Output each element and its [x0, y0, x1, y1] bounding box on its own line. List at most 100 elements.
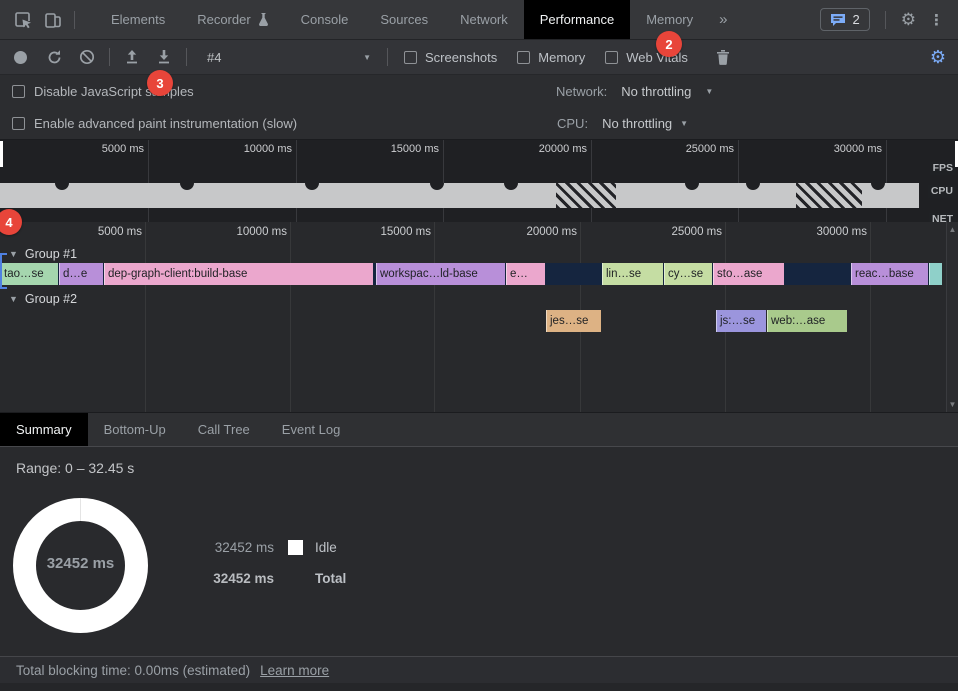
- options-row-2: Enable advanced paint instrumentation (s…: [0, 108, 958, 140]
- tab-label: Performance: [540, 12, 614, 27]
- flame-bar[interactable]: web:…ase: [767, 310, 847, 332]
- timeline-gridline: [870, 222, 871, 412]
- flame-chart[interactable]: ▲ ▼ 5000 ms10000 ms15000 ms20000 ms25000…: [0, 222, 958, 413]
- group-header-group-2[interactable]: ▼ Group #2: [9, 292, 77, 306]
- chevron-down-icon[interactable]: ▼: [680, 119, 688, 128]
- overview-hatched-region: [796, 183, 862, 208]
- chevron-down-icon[interactable]: ▼: [705, 87, 713, 96]
- timeline-tick-label: 30000 ms: [793, 226, 867, 238]
- save-profile-icon[interactable]: [156, 49, 172, 65]
- settings-gear-icon[interactable]: ⚙: [901, 11, 916, 28]
- record-button[interactable]: [14, 51, 27, 64]
- capture-settings-gear-icon[interactable]: ⚙: [930, 48, 946, 66]
- clear-icon[interactable]: [79, 49, 95, 65]
- load-profile-icon[interactable]: [124, 49, 140, 65]
- advanced-paint-checkbox[interactable]: [12, 117, 25, 130]
- history-select[interactable]: #4 ▼: [197, 50, 381, 65]
- disable-js-samples-checkbox[interactable]: [12, 85, 25, 98]
- flame-bar[interactable]: lin…se: [602, 263, 663, 285]
- tab-label: Elements: [111, 12, 165, 27]
- flame-bar[interactable]: [929, 263, 942, 285]
- group-label: Group #2: [25, 292, 77, 306]
- overview-left-handle[interactable]: [0, 141, 3, 167]
- legend-value: 32452 ms: [208, 571, 274, 586]
- learn-more-link[interactable]: Learn more: [260, 663, 329, 678]
- tab-sources[interactable]: Sources: [364, 0, 444, 39]
- tab-label: Memory: [646, 12, 693, 27]
- details-tab-bar: SummaryBottom-UpCall TreeEvent Log: [0, 413, 958, 447]
- cpu-throttling-value[interactable]: No throttling: [602, 116, 672, 131]
- network-label: Network:: [556, 84, 607, 99]
- tab-call-tree[interactable]: Call Tree: [182, 413, 266, 446]
- overview-tick-label: 10000 ms: [221, 143, 292, 155]
- flame-bar[interactable]: d…e: [59, 263, 103, 285]
- flame-bar[interactable]: js:…se: [716, 310, 766, 332]
- tab-recorder[interactable]: Recorder: [181, 0, 284, 39]
- tab-event-log[interactable]: Event Log: [266, 413, 357, 446]
- flask-icon: [258, 13, 269, 26]
- timeline-overview[interactable]: 5000 ms10000 ms15000 ms20000 ms25000 ms3…: [0, 140, 958, 222]
- memory-checkbox[interactable]: [517, 51, 530, 64]
- scroll-up-icon[interactable]: ▲: [949, 225, 957, 234]
- more-tabs-button[interactable]: »: [709, 11, 737, 28]
- advanced-paint-label: Enable advanced paint instrumentation (s…: [34, 116, 297, 131]
- issues-button[interactable]: 2: [820, 8, 870, 31]
- tab-bottom-up[interactable]: Bottom-Up: [88, 413, 182, 446]
- overview-gridline: [296, 140, 297, 222]
- screenshots-checkbox[interactable]: [404, 51, 417, 64]
- overview-tick-label: 20000 ms: [516, 143, 587, 155]
- memory-checkbox-group: Memory: [517, 50, 585, 65]
- legend-row: 32452 msIdle: [208, 536, 346, 558]
- group-header-group-1[interactable]: ▼Group #1: [9, 247, 77, 261]
- activity-donut-chart: 32452 ms: [13, 498, 148, 633]
- lane-label-net: NET: [929, 213, 956, 222]
- timeline-tick-label: 25000 ms: [648, 226, 722, 238]
- expander-triangle-icon: ▼: [9, 294, 18, 304]
- bottom-strip: [0, 683, 958, 691]
- flame-bar[interactable]: e…: [506, 263, 545, 285]
- tab-label: Console: [301, 12, 349, 27]
- devtools-window: Elements Recorder Console Sources Network Per…: [0, 0, 958, 691]
- screenshots-checkbox-group: Screenshots: [404, 50, 497, 65]
- overview-tick-label: 30000 ms: [811, 143, 882, 155]
- tab-summary[interactable]: Summary: [0, 413, 88, 446]
- web-vitals-checkbox[interactable]: [605, 51, 618, 64]
- flame-bar[interactable]: tao…se: [0, 263, 58, 285]
- overview-tick-label: 5000 ms: [73, 143, 144, 155]
- cpu-throttling: CPU: No throttling ▼: [557, 116, 688, 131]
- tab-label: Sources: [380, 12, 428, 27]
- tab-bar-right-cluster: 2 ⚙ ⋮: [820, 8, 958, 31]
- overview-hatched-region: [556, 183, 616, 208]
- lane-label-fps: FPS: [930, 162, 956, 175]
- flame-bar[interactable]: sto…ase: [713, 263, 784, 285]
- timeline-tick-label: 15000 ms: [357, 226, 431, 238]
- tab-performance[interactable]: Performance: [524, 0, 630, 39]
- scroll-down-icon[interactable]: ▼: [949, 400, 957, 409]
- status-footer: Total blocking time: 0.00ms (estimated) …: [0, 656, 958, 683]
- donut-center-label: 32452 ms: [13, 555, 148, 572]
- issues-icon: [830, 13, 846, 27]
- flame-bar[interactable]: workspac…ld-base: [376, 263, 505, 285]
- legend-row: 32452 msTotal: [208, 567, 346, 589]
- timeline-tick-label: 20000 ms: [503, 226, 577, 238]
- flame-bar[interactable]: jes…se: [546, 310, 601, 332]
- reload-and-record-icon[interactable]: [46, 49, 63, 66]
- trash-icon[interactable]: [716, 49, 730, 65]
- overview-gridline: [443, 140, 444, 222]
- annotation-badge-3: 3: [147, 70, 173, 96]
- more-options-icon[interactable]: ⋮: [925, 11, 948, 29]
- device-toolbar-icon[interactable]: [38, 5, 68, 35]
- flame-bar[interactable]: cy…se: [664, 263, 712, 285]
- tab-network[interactable]: Network: [444, 0, 524, 39]
- tab-elements[interactable]: Elements: [95, 0, 181, 39]
- overview-gridline: [886, 140, 887, 222]
- inspect-element-icon[interactable]: [8, 5, 38, 35]
- flame-bar[interactable]: dep-graph-client:build-base: [104, 263, 373, 285]
- overview-gridline: [591, 140, 592, 222]
- overview-tick-label: 25000 ms: [663, 143, 734, 155]
- tab-console[interactable]: Console: [285, 0, 365, 39]
- network-throttling-value[interactable]: No throttling: [621, 84, 691, 99]
- vertical-scrollbar[interactable]: ▲ ▼: [946, 222, 958, 412]
- memory-checkbox-label: Memory: [538, 50, 585, 65]
- flame-bar[interactable]: reac…base: [851, 263, 928, 285]
